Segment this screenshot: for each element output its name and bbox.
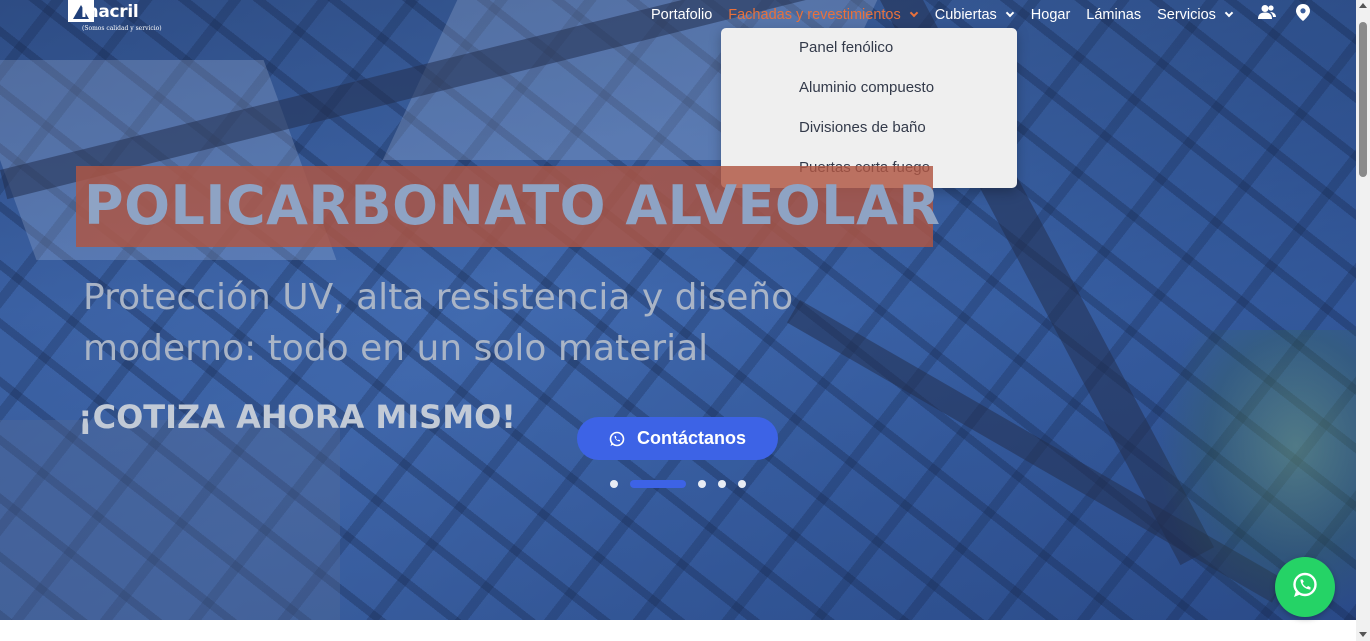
nav-item-laminas[interactable]: Láminas bbox=[1086, 7, 1141, 23]
nav-item-label: Servicios bbox=[1157, 7, 1216, 23]
chevron-down-icon bbox=[1005, 8, 1015, 18]
users-icon[interactable] bbox=[1258, 4, 1276, 20]
chevron-down-icon bbox=[1224, 8, 1234, 18]
nav-item-fachadas[interactable]: Fachadas y revestimientos bbox=[728, 7, 918, 23]
nav-item-label: Fachadas y revestimientos bbox=[728, 7, 901, 23]
slider-dot[interactable] bbox=[610, 480, 618, 488]
whatsapp-float-button[interactable] bbox=[1275, 557, 1335, 617]
location-pin-icon[interactable] bbox=[1296, 4, 1310, 21]
nav-item-label: Láminas bbox=[1086, 7, 1142, 23]
top-navigation-bar: inacril (Somos calidad y servicio) Porta… bbox=[0, 0, 1356, 32]
fachadas-dropdown-menu: Panel fenólico Aluminio compuesto Divisi… bbox=[721, 28, 1017, 188]
page-scrollbar[interactable] bbox=[1356, 0, 1370, 641]
hero-cta-text: ¡COTIZA AHORA MISMO! bbox=[78, 398, 516, 436]
whatsapp-icon bbox=[1290, 570, 1320, 604]
nav-item-portafolio[interactable]: Portafolio bbox=[651, 7, 712, 23]
nav-item-label: Hogar bbox=[1030, 7, 1071, 23]
contact-button-label: Contáctanos bbox=[636, 428, 746, 448]
scrollbar-thumb[interactable] bbox=[1359, 22, 1367, 177]
slider-dot[interactable] bbox=[698, 480, 706, 488]
nav-item-servicios[interactable]: Servicios bbox=[1157, 7, 1234, 23]
hero-headline: POLICARBONATO ALVEOLAR bbox=[84, 174, 941, 237]
slider-dot[interactable] bbox=[718, 480, 726, 488]
nav-item-label: Portafolio bbox=[651, 7, 713, 23]
nav-item-hogar[interactable]: Hogar bbox=[1031, 7, 1071, 23]
brand-logo[interactable]: inacril (Somos calidad y servicio) bbox=[68, 0, 168, 34]
dropdown-item-aluminio-compuesto[interactable]: Aluminio compuesto bbox=[799, 79, 934, 96]
nav-item-label: Cubiertas bbox=[934, 7, 997, 23]
slider-dot-active[interactable] bbox=[630, 480, 686, 488]
nav-item-cubiertas[interactable]: Cubiertas bbox=[934, 7, 1015, 23]
brand-tagline: (Somos calidad y servicio) bbox=[82, 25, 162, 32]
contact-button[interactable]: Contáctanos bbox=[577, 417, 778, 460]
whatsapp-icon bbox=[609, 431, 625, 447]
hero-subtitle: Protección UV, alta resistencia y diseño… bbox=[83, 277, 794, 369]
scroll-up-arrow-icon[interactable] bbox=[1359, 3, 1367, 8]
chevron-down-icon bbox=[909, 8, 918, 18]
brand-name: inacril bbox=[81, 2, 139, 22]
hero-wall bbox=[0, 420, 340, 620]
dropdown-item-panel-fenolico[interactable]: Panel fenólico bbox=[799, 39, 893, 56]
main-nav: Portafolio Fachadas y revestimientos Cub… bbox=[651, 5, 1234, 25]
scroll-down-arrow-icon[interactable] bbox=[1359, 632, 1367, 637]
dropdown-item-divisiones-de-bano[interactable]: Divisiones de baño bbox=[799, 119, 926, 136]
slider-dot[interactable] bbox=[738, 480, 746, 488]
